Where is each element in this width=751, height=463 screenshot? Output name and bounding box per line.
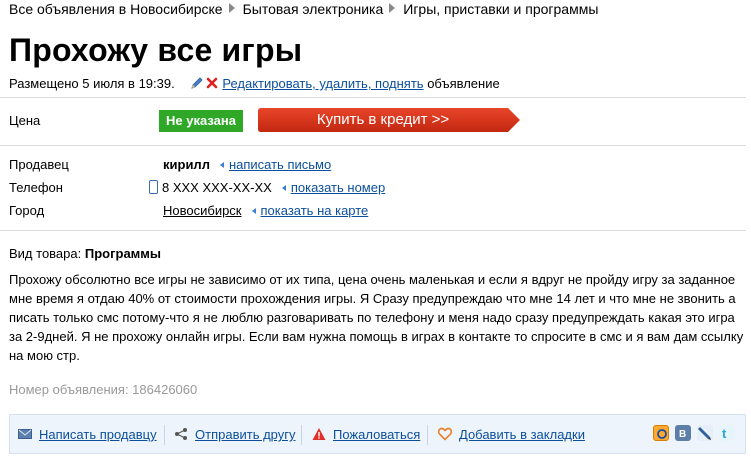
ad-number: Номер объявления: 186426060 — [9, 382, 198, 397]
complain-link[interactable]: Пожаловаться — [333, 427, 420, 442]
price-label: Цена — [9, 113, 41, 128]
write-seller-action[interactable]: Написать продавцу — [18, 427, 157, 442]
seller-name: кирилл — [163, 157, 210, 172]
separator — [164, 425, 165, 445]
send-friend-link[interactable]: Отправить другу — [195, 427, 295, 442]
divider — [0, 145, 746, 146]
arrow-icon — [251, 208, 256, 214]
svg-text:B: B — [679, 429, 686, 440]
separator — [301, 425, 302, 445]
write-letter-link[interactable]: написать письмо — [229, 157, 331, 172]
share-icon — [175, 428, 187, 440]
show-number-link[interactable]: показать номер — [291, 180, 385, 195]
write-seller-link[interactable]: Написать продавцу — [39, 427, 157, 442]
price-badge: Не указана — [159, 110, 243, 132]
show-on-map-link[interactable]: показать на карте — [261, 203, 369, 218]
pencil-icon[interactable] — [190, 76, 204, 90]
envelope-icon — [18, 429, 32, 439]
breadcrumb-all-ads[interactable]: Все объявления в Новосибирске — [9, 1, 223, 17]
posted-date: Размещено 5 июля в 19:39. — [9, 76, 175, 91]
phone-label: Телефон — [9, 180, 63, 195]
send-friend-action[interactable]: Отправить другу — [174, 427, 295, 442]
divider — [0, 97, 746, 98]
page-title: Прохожу все игры — [9, 32, 303, 68]
item-type: Вид товара: Программы — [9, 246, 161, 261]
twitter-icon[interactable]: t — [719, 425, 735, 441]
arrow-icon — [281, 185, 286, 191]
livejournal-icon[interactable] — [697, 425, 713, 441]
bookmark-link[interactable]: Добавить в закладки — [459, 427, 585, 442]
city-label: Город — [9, 203, 45, 218]
seller-value: кирилл написать письмо — [163, 157, 331, 172]
breadcrumb-games[interactable]: Игры, приставки и программы — [403, 1, 598, 17]
delete-x-icon[interactable] — [206, 77, 218, 89]
separator — [427, 425, 428, 445]
action-bar: Написать продавцу Отправить другу Пожало… — [9, 414, 746, 454]
phone-number: 8 XXX XXX-XX-XX — [162, 180, 272, 195]
edit-ad-link[interactable]: Редактировать, удалить, поднять — [222, 76, 423, 91]
arrow-icon — [219, 162, 224, 168]
city-link[interactable]: Новосибирск — [163, 203, 242, 218]
breadcrumb-separator-icon — [389, 3, 396, 13]
posted-info: Размещено 5 июля в 19:39. Редактировать,… — [9, 76, 500, 91]
bookmark-action[interactable]: Добавить в закладки — [438, 427, 585, 442]
vkontakte-icon[interactable]: B — [675, 425, 691, 441]
seller-label: Продавец — [9, 157, 69, 172]
warning-icon — [312, 428, 326, 440]
item-type-value: Программы — [84, 246, 162, 261]
heart-icon — [438, 427, 452, 441]
buy-on-credit-button[interactable]: Купить в кредит >> — [258, 108, 520, 132]
breadcrumb-electronics[interactable]: Бытовая электроника — [243, 1, 384, 17]
phone-icon — [149, 180, 158, 194]
mailru-icon[interactable] — [653, 425, 669, 441]
breadcrumb-separator-icon — [228, 3, 235, 13]
phone-value: 8 XXX XXX-XX-XX показать номер — [149, 180, 385, 195]
svg-text:t: t — [722, 426, 727, 441]
divider — [0, 230, 746, 231]
city-value: Новосибирск показать на карте — [163, 203, 368, 218]
credit-button-label: Купить в кредит >> — [316, 111, 450, 128]
ad-description: Прохожу обсолютно все игры не зависимо о… — [9, 272, 744, 363]
breadcrumb: Все объявления в Новосибирске Бытовая эле… — [9, 1, 598, 17]
complain-action[interactable]: Пожаловаться — [312, 427, 420, 442]
item-type-label: Вид товара: — [9, 246, 82, 261]
posted-suffix: объявление — [427, 76, 500, 91]
